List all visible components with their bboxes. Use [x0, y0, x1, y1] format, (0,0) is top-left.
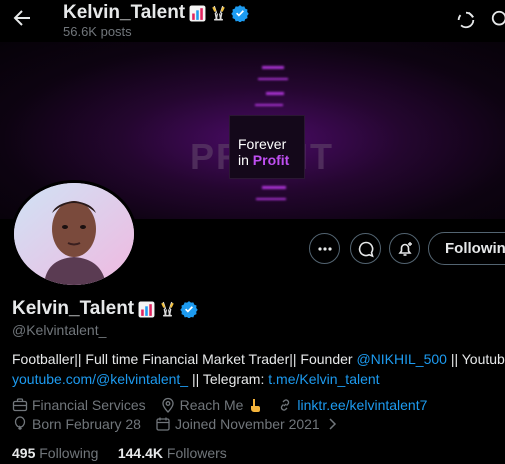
birthday-text: Born February 28	[32, 416, 141, 432]
back-arrow-icon[interactable]	[10, 6, 34, 30]
banner-line1: Forever	[238, 136, 287, 152]
location-text: Reach Me	[179, 397, 244, 413]
banner-streak	[262, 66, 284, 69]
profile-name: Kelvin_Talent	[12, 298, 198, 320]
following-button[interactable]: Following	[428, 232, 505, 265]
banner-streak	[266, 92, 284, 95]
banner-streak	[255, 104, 283, 106]
briefcase-icon	[12, 398, 28, 412]
bell-plus-icon	[397, 241, 412, 256]
banner-streak	[262, 186, 286, 189]
website-item: linktr.ee/kelvintalent7	[277, 397, 427, 413]
chart-emoji-icon	[189, 5, 206, 21]
bio-text: || Telegram:	[188, 371, 269, 387]
joined-text: Joined November 2021	[174, 416, 320, 432]
profile-handle: @Kelvintalent_	[12, 322, 107, 338]
following-label: Following	[39, 445, 99, 461]
website-link[interactable]: linktr.ee/kelvintalent7	[297, 397, 427, 413]
grok-button[interactable]	[350, 233, 381, 264]
banner-line2-accent: Profit	[252, 152, 290, 168]
more-dots-icon	[317, 246, 332, 251]
link-icon	[281, 399, 290, 411]
profile-bio: Footballer|| Full time Financial Market …	[12, 349, 505, 389]
refresh-icon[interactable]	[455, 9, 477, 31]
header-name-text: Kelvin_Talent	[63, 2, 186, 23]
follow-stats: 495 Following 144.4K Followers	[12, 445, 227, 461]
avatar-portrait-icon	[14, 183, 134, 285]
bio-youtube-link[interactable]: youtube.com/@kelvintalent_	[12, 371, 188, 387]
champagne-emoji-icon	[161, 301, 174, 317]
following-count: 495	[12, 445, 36, 461]
profile-meta-row: Financial Services Reach Me linktr.ee/ke…	[12, 397, 441, 413]
profile-name-text: Kelvin_Talent	[12, 298, 135, 319]
banner-streak	[256, 198, 286, 200]
followers-stat[interactable]: 144.4K Followers	[118, 445, 227, 461]
calendar-icon	[156, 417, 170, 431]
avatar[interactable]	[11, 180, 137, 288]
more-options-button[interactable]	[309, 233, 340, 264]
location-item: Reach Me	[160, 397, 264, 413]
joined-item: Joined November 2021	[155, 416, 340, 432]
balloon-icon	[14, 416, 26, 430]
verified-badge-icon	[231, 5, 249, 22]
chevron-right-icon[interactable]	[324, 416, 340, 432]
header-name: Kelvin_Talent	[63, 2, 249, 24]
search-icon[interactable]	[490, 9, 505, 31]
category-text: Financial Services	[32, 397, 146, 413]
birthday-item: Born February 28	[12, 416, 141, 432]
banner-streak	[258, 78, 288, 80]
bio-text: Footballer|| Full time Financial Market …	[12, 351, 357, 367]
profile-header-bar: Kelvin_Talent 56.6K posts	[0, 0, 505, 42]
header-post-count: 56.6K posts	[63, 24, 132, 39]
following-stat[interactable]: 495 Following	[12, 445, 98, 461]
location-pin-icon	[161, 397, 174, 413]
banner-line2-prefix: in	[238, 152, 249, 168]
chart-emoji-icon	[138, 301, 155, 317]
bio-line1: Footballer|| Full time Financial Market …	[12, 349, 505, 369]
verified-badge-icon[interactable]	[180, 300, 198, 318]
bio-mention-link[interactable]: @NIKHIL_500	[356, 351, 446, 367]
bio-line2: youtube.com/@kelvintalent_ || Telegram: …	[12, 369, 505, 389]
notifications-button[interactable]	[389, 233, 420, 264]
chat-bubble-icon	[358, 241, 374, 257]
bio-telegram-link[interactable]: t.me/Kelvin_talent	[268, 371, 379, 387]
champagne-emoji-icon	[212, 5, 225, 21]
profile-meta-row: Born February 28 Joined November 2021	[12, 416, 354, 432]
pointing-hand-emoji-icon	[251, 399, 261, 412]
followers-label: Followers	[166, 445, 227, 461]
category-item: Financial Services	[12, 397, 146, 413]
banner-line2: in Profit	[238, 152, 289, 168]
followers-count: 144.4K	[117, 445, 163, 461]
bio-text: || Youtube:	[450, 351, 505, 367]
